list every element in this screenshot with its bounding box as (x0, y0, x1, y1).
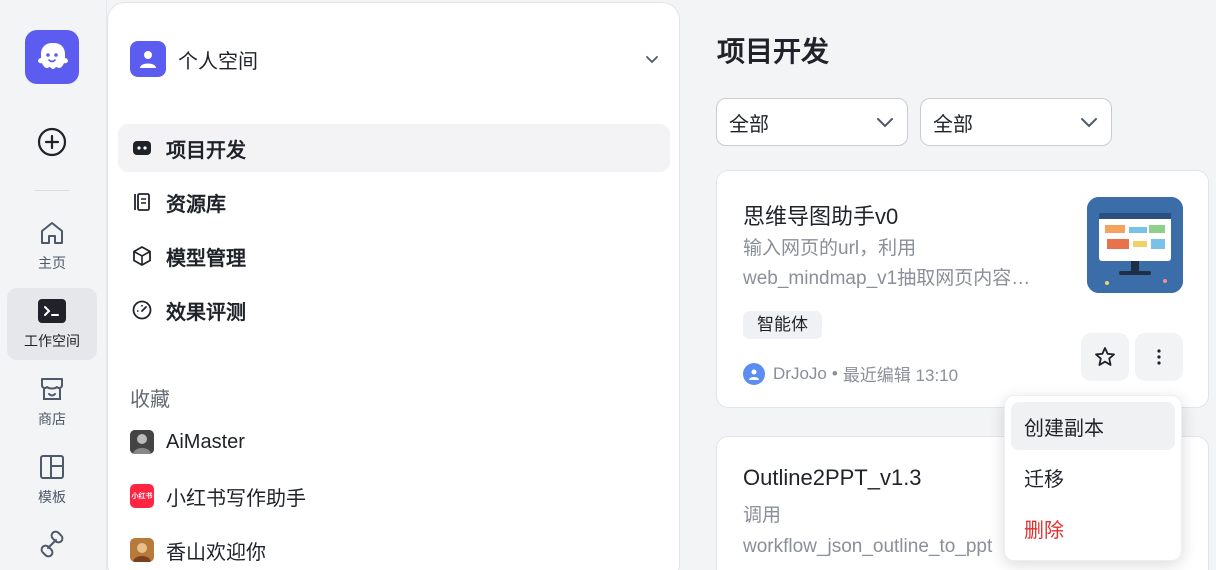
more-vertical-icon (1157, 349, 1161, 365)
nav-item-models[interactable]: 模型管理 (118, 232, 670, 280)
chevron-down-icon (1081, 118, 1097, 128)
edited-time: 最近编辑 13:10 (842, 366, 959, 385)
rail-item-label: 工作空间 (24, 333, 80, 349)
workspace-panel: 个人空间 项目开发 资源库 模型管理 效果评测 收藏 AiMaster 小红书 … (107, 2, 680, 570)
nav-label: 项目开发 (166, 139, 246, 162)
card-description: web_mindmap_v1抽取网页内容… (743, 268, 1031, 289)
chevron-down-icon (877, 118, 893, 128)
gauge-icon (130, 298, 154, 322)
nav-item-library[interactable]: 资源库 (118, 178, 670, 226)
user-icon (140, 51, 156, 68)
favorite-item-aimaster[interactable]: AiMaster (118, 418, 670, 466)
nav-label: 模型管理 (166, 247, 246, 270)
card-meta: DrJoJo • 最近编辑 13:10 (743, 361, 958, 386)
space-avatar (130, 41, 166, 77)
rail-item-label: 商店 (38, 411, 66, 427)
menu-item-duplicate[interactable]: 创建副本 (1011, 402, 1175, 450)
rail-item-store[interactable]: 商店 (7, 366, 97, 438)
avatar (130, 430, 154, 454)
store-icon (41, 378, 63, 400)
terminal-icon (38, 299, 66, 323)
space-name: 个人空间 (178, 50, 258, 73)
page-title: 项目开发 (717, 36, 830, 67)
favorite-item-xiaohongshu[interactable]: 小红书 小红书写作助手 (118, 472, 670, 520)
star-icon (1095, 347, 1115, 366)
chevron-down-icon (646, 56, 658, 64)
more-button[interactable] (1135, 333, 1183, 381)
favorites-title: 收藏 (130, 389, 170, 411)
card-title: 思维导图助手v0 (743, 204, 899, 229)
rail-divider (34, 190, 70, 191)
create-button[interactable] (36, 126, 68, 158)
xiaohongshu-logo-icon: 小红书 (130, 484, 154, 508)
ghost-logo-icon (38, 43, 68, 69)
author-avatar (743, 362, 765, 385)
menu-item-delete[interactable]: 删除 (1011, 504, 1175, 552)
favorite-button[interactable] (1081, 333, 1129, 381)
rail-item-workspace[interactable]: 工作空间 (7, 288, 97, 360)
nav-item-evaluation[interactable]: 效果评测 (118, 286, 670, 334)
plus-circle-icon (37, 127, 67, 157)
space-switcher[interactable]: 个人空间 (130, 41, 660, 77)
type-badge: 智能体 (743, 311, 822, 339)
favorite-label: 香山欢迎你 (166, 541, 266, 564)
nav-item-project-dev[interactable]: 项目开发 (118, 124, 670, 172)
filter-select-status[interactable]: 全部 (920, 98, 1112, 146)
rail-item-label: 主页 (38, 255, 66, 271)
avatar (130, 538, 154, 562)
app-logo[interactable] (25, 30, 79, 84)
rail-item-home[interactable]: 主页 (7, 210, 97, 282)
favorite-label: 小红书写作助手 (166, 487, 306, 510)
select-value: 全部 (933, 113, 973, 136)
rail-item-plugin[interactable] (7, 522, 97, 570)
cube-icon (130, 244, 154, 268)
nav-label: 资源库 (166, 193, 226, 216)
card-description: 输入网页的url，利用 (743, 238, 917, 259)
rail-item-label: 模板 (38, 489, 66, 505)
library-icon (130, 190, 154, 214)
card-title: Outline2PPT_v1.3 (743, 465, 922, 490)
logo-text: 小红书 (131, 493, 153, 500)
select-value: 全部 (729, 113, 769, 136)
home-icon (41, 222, 63, 244)
meta-separator: • (831, 363, 838, 383)
author-name: DrJoJo (773, 363, 827, 383)
menu-item-migrate[interactable]: 迁移 (1011, 453, 1175, 501)
template-icon (40, 455, 64, 479)
card-context-menu: 创建副本 迁移 删除 (1004, 395, 1182, 561)
bot-icon (130, 136, 154, 160)
nav-label: 效果评测 (166, 301, 246, 324)
favorite-item-xiangshan[interactable]: 香山欢迎你 (118, 526, 670, 570)
rail-item-template[interactable]: 模板 (7, 444, 97, 516)
card-thumbnail (1087, 197, 1183, 293)
link-icon (40, 530, 64, 558)
favorite-label: AiMaster (166, 430, 245, 453)
project-card[interactable]: 思维导图助手v0 输入网页的url，利用 web_mindmap_v1抽取网页内… (716, 170, 1209, 408)
filter-select-type[interactable]: 全部 (716, 98, 908, 146)
left-rail: 主页 工作空间 商店 模板 (0, 0, 107, 570)
